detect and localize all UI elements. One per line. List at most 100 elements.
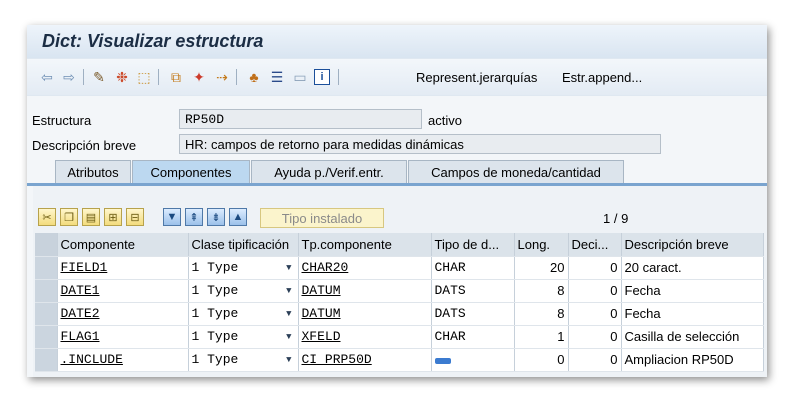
tab-campos-moneda[interactable]: Campos de moneda/cantidad bbox=[408, 160, 624, 184]
back-arrow-icon[interactable]: ⇦ bbox=[38, 68, 56, 86]
estructura-field[interactable]: RP50D bbox=[179, 109, 422, 129]
tipo-cell: CHAR bbox=[431, 256, 515, 280]
magic-wand-icon[interactable]: ✦ bbox=[190, 68, 208, 86]
deci-cell: 0 bbox=[568, 348, 622, 372]
descripcion-cell: Ampliacion RP50D bbox=[621, 348, 764, 372]
collapse-icon[interactable]: ▲ bbox=[229, 208, 247, 226]
row-selector[interactable] bbox=[35, 279, 58, 303]
clase-value: 1 Type bbox=[191, 260, 239, 275]
clase-value: 1 Type bbox=[191, 329, 239, 344]
select-all-cell[interactable] bbox=[35, 233, 58, 257]
activate-icon[interactable]: ⬚ bbox=[135, 68, 153, 86]
info-icon[interactable]: i bbox=[314, 69, 330, 85]
table-row[interactable]: .INCLUDE 1 Type ▼ CI_PRP50D 0 0 Ampliacio… bbox=[35, 348, 764, 372]
tab-componentes[interactable]: Componentes bbox=[132, 160, 250, 184]
tipo-cell: DATS bbox=[431, 279, 515, 303]
frame-icon[interactable]: ▭ bbox=[291, 68, 309, 86]
row-selector[interactable] bbox=[35, 256, 58, 280]
tipo-cell: DATS bbox=[431, 302, 515, 326]
sap-window: Dict: Visualizar estructura ⇦ ⇨ ✎ ❉ ⬚ ⧉ … bbox=[27, 25, 767, 377]
column-header[interactable]: Descripción breve bbox=[621, 233, 764, 257]
column-header[interactable]: Tipo de d... bbox=[431, 233, 515, 257]
descripcion-label: Descripción breve bbox=[32, 138, 137, 153]
long-cell: 8 bbox=[514, 279, 569, 303]
dropdown-caret-icon[interactable]: ▼ bbox=[286, 309, 291, 319]
column-header[interactable]: Deci... bbox=[568, 233, 622, 257]
tipo-cell bbox=[431, 348, 515, 372]
componente-cell[interactable]: DATE1 bbox=[57, 279, 189, 303]
tipo-instalado-button[interactable]: Tipo instalado bbox=[260, 208, 384, 228]
tp-componente-cell[interactable]: CI_PRP50D bbox=[298, 348, 432, 372]
other-object-icon[interactable]: ❉ bbox=[113, 68, 131, 86]
column-header[interactable]: Clase tipificación bbox=[188, 233, 299, 257]
tp-componente-cell[interactable]: DATUM bbox=[298, 279, 432, 303]
deci-cell: 0 bbox=[568, 256, 622, 280]
descripcion-cell: 20 caract. bbox=[621, 256, 764, 280]
clase-cell[interactable]: 1 Type ▼ bbox=[188, 256, 299, 280]
tp-componente-cell[interactable]: CHAR20 bbox=[298, 256, 432, 280]
tab-ayuda-verif[interactable]: Ayuda p./Verif.entr. bbox=[251, 160, 407, 184]
table-header-row: Componente Clase tipificación Tp.compone… bbox=[35, 233, 764, 257]
column-header[interactable]: Long. bbox=[514, 233, 569, 257]
tab-atributos[interactable]: Atributos bbox=[55, 160, 131, 184]
cut-icon[interactable]: ✂ bbox=[38, 208, 56, 226]
toolbar-separator bbox=[158, 69, 159, 85]
deci-cell: 0 bbox=[568, 325, 622, 349]
clase-cell[interactable]: 1 Type ▼ bbox=[188, 279, 299, 303]
table-row[interactable]: FLAG1 1 Type ▼ XFELD CHAR 1 0 Casilla de … bbox=[35, 325, 764, 349]
hierarchy-icon[interactable]: ♣ bbox=[245, 68, 263, 86]
column-header[interactable]: Componente bbox=[57, 233, 189, 257]
insert-row-icon[interactable]: ⊞ bbox=[104, 208, 122, 226]
dropdown-caret-icon[interactable]: ▼ bbox=[286, 355, 291, 365]
column-header[interactable]: Tp.componente bbox=[298, 233, 432, 257]
tp-componente-cell[interactable]: DATUM bbox=[298, 302, 432, 326]
navigate-icon[interactable]: ⇢ bbox=[213, 68, 231, 86]
clase-cell[interactable]: 1 Type ▼ bbox=[188, 302, 299, 326]
forward-arrow-icon[interactable]: ⇨ bbox=[60, 68, 78, 86]
descripcion-field[interactable]: HR: campos de retorno para medidas dinám… bbox=[179, 134, 661, 154]
expand-icon[interactable]: ▼ bbox=[163, 208, 181, 226]
long-cell: 0 bbox=[514, 348, 569, 372]
first-page-icon[interactable]: ⇞ bbox=[185, 208, 203, 226]
table-row[interactable]: FIELD1 1 Type ▼ CHAR20 CHAR 20 0 20 carac… bbox=[35, 256, 764, 280]
toolbar-separator bbox=[236, 69, 237, 85]
estructura-label: Estructura bbox=[32, 113, 92, 128]
componente-cell[interactable]: FIELD1 bbox=[57, 256, 189, 280]
long-cell: 20 bbox=[514, 256, 569, 280]
status-text: activo bbox=[428, 113, 462, 128]
delete-row-icon[interactable]: ⊟ bbox=[126, 208, 144, 226]
represent-jerarquias-button[interactable]: Represent.jerarquías bbox=[416, 70, 537, 85]
componente-cell[interactable]: .INCLUDE bbox=[57, 348, 189, 372]
table-row[interactable]: DATE2 1 Type ▼ DATUM DATS 8 0 Fecha bbox=[35, 302, 764, 326]
descripcion-cell: Fecha bbox=[621, 279, 764, 303]
toolbar-separator bbox=[83, 69, 84, 85]
componente-cell[interactable]: FLAG1 bbox=[57, 325, 189, 349]
dropdown-caret-icon[interactable]: ▼ bbox=[286, 263, 291, 273]
clase-value: 1 Type bbox=[191, 306, 239, 321]
clase-value: 1 Type bbox=[191, 283, 239, 298]
clase-cell[interactable]: 1 Type ▼ bbox=[188, 325, 299, 349]
descripcion-cell: Fecha bbox=[621, 302, 764, 326]
toolbar-separator bbox=[338, 69, 339, 85]
clase-cell[interactable]: 1 Type ▼ bbox=[188, 348, 299, 372]
clase-value: 1 Type bbox=[191, 352, 239, 367]
title-bar: Dict: Visualizar estructura bbox=[27, 25, 767, 58]
componentes-table: Componente Clase tipificación Tp.compone… bbox=[35, 233, 764, 372]
tp-componente-cell[interactable]: XFELD bbox=[298, 325, 432, 349]
row-selector[interactable] bbox=[35, 325, 58, 349]
estr-append-button[interactable]: Estr.append... bbox=[562, 70, 642, 85]
componente-cell[interactable]: DATE2 bbox=[57, 302, 189, 326]
dropdown-caret-icon[interactable]: ▼ bbox=[286, 332, 291, 342]
dropdown-caret-icon[interactable]: ▼ bbox=[286, 286, 291, 296]
deci-cell: 0 bbox=[568, 279, 622, 303]
list-icon[interactable]: ☰ bbox=[268, 68, 286, 86]
next-page-icon[interactable]: ⇟ bbox=[207, 208, 225, 226]
paste-icon[interactable]: ▤ bbox=[82, 208, 100, 226]
copy-icon[interactable]: ❐ bbox=[60, 208, 78, 226]
display-change-icon[interactable]: ✎ bbox=[90, 68, 108, 86]
table-row[interactable]: DATE1 1 Type ▼ DATUM DATS 8 0 Fecha bbox=[35, 279, 764, 303]
window-title: Dict: Visualizar estructura bbox=[42, 31, 264, 51]
row-selector[interactable] bbox=[35, 348, 58, 372]
row-selector[interactable] bbox=[35, 302, 58, 326]
where-used-icon[interactable]: ⧉ bbox=[167, 68, 185, 86]
